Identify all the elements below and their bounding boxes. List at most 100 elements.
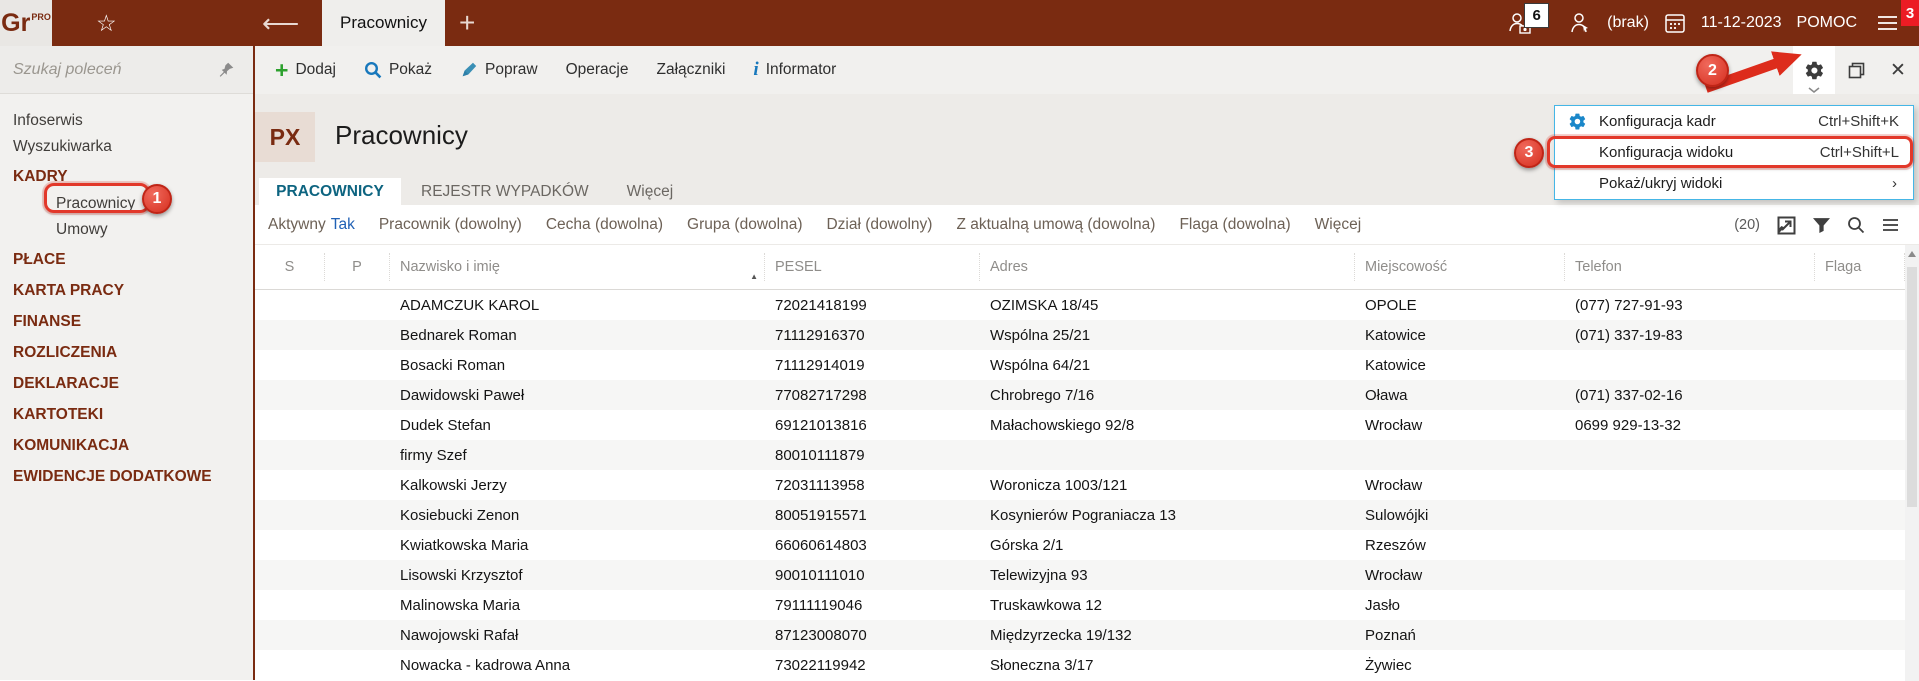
sidebar-item-kartoteki[interactable]: KARTOTEKI <box>0 401 253 429</box>
gear-icon <box>1569 113 1585 130</box>
payroll-user-button[interactable]: 6 <box>1507 0 1553 46</box>
filter-value: Tak <box>330 215 355 233</box>
sidebar-item-komunikacja[interactable]: KOMUNIKACJA <box>0 432 253 460</box>
tab-rejestr-wypadkow[interactable]: REJESTR WYPADKÓW <box>415 178 595 205</box>
export-icon[interactable] <box>1777 216 1796 235</box>
toolbar-button-informator[interactable]: i Informator <box>743 54 846 86</box>
restore-window-button[interactable] <box>1835 46 1877 94</box>
submenu-arrow-icon: › <box>1892 175 1897 192</box>
cell-nazwisko-i-imię: Kalkowski Jerzy <box>400 476 507 494</box>
table-row-bosacki-roman[interactable]: Bosacki Roman 71112914019 Wspólna 64/21 Kat… <box>255 350 1919 380</box>
toolbar-button-dodaj[interactable]: + Dodaj <box>265 56 346 84</box>
scroll-up-arrow-icon[interactable] <box>1908 251 1916 257</box>
annotation-box-konfiguracja-widoku <box>1547 136 1913 168</box>
table-row-malinowska-maria[interactable]: Malinowska Maria 79111119046 Truskawkowa 1… <box>255 590 1919 620</box>
cell-adres: Międzyrzecka 19/132 <box>990 626 1132 644</box>
column-header-p[interactable]: P <box>325 253 390 281</box>
current-date[interactable]: 11-12-2023 <box>1701 14 1782 32</box>
favorites-star-icon[interactable]: ☆ <box>96 0 117 46</box>
filter-aktywny[interactable]: Aktywny Tak <box>268 216 355 234</box>
cell-adres: Chrobrego 7/16 <box>990 386 1095 404</box>
sidebar-item-płace[interactable]: PŁACE <box>0 246 253 274</box>
sidebar-item-finanse[interactable]: FINANSE <box>0 308 253 336</box>
filter-dział-dowolny[interactable]: Dział (dowolny) <box>826 216 932 234</box>
filter-flaga-dowolna[interactable]: Flaga (dowolna) <box>1179 216 1290 234</box>
toolbar-label-dodaj: Dodaj <box>295 61 336 78</box>
table-header[interactable]: S P Nazwisko i imię ▲ PESEL Adres Miejscowość T… <box>255 245 1919 290</box>
toolbar-button-operacje[interactable]: Operacje <box>556 56 639 84</box>
toolbar-button-popraw[interactable]: Popraw <box>450 56 548 84</box>
column-header-flaga[interactable]: Flaga <box>1815 253 1905 281</box>
current-user-label[interactable]: (brak) <box>1607 14 1649 32</box>
back-arrow-icon[interactable]: ⟵ <box>262 0 299 46</box>
close-icon[interactable]: ✕ <box>1877 46 1919 94</box>
cell-adres: Telewizyjna 93 <box>990 566 1088 584</box>
column-header-pesel[interactable]: PESEL <box>765 253 980 281</box>
table-row-dudek-stefan[interactable]: Dudek Stefan 69121013816 Małachowskiego 92… <box>255 410 1919 440</box>
vertical-scrollbar[interactable] <box>1905 245 1919 681</box>
sidebar-item-rozliczenia[interactable]: ROZLICZENIA <box>0 339 253 367</box>
app-logo[interactable]: Gr PRO <box>0 0 52 46</box>
table-row-nowacka-kadrowa-anna[interactable]: Nowacka - kadrowa Anna 73022119942 Słonecz… <box>255 650 1919 680</box>
sidebar-item-ewidencje-dodatkowe[interactable]: EWIDENCJE DODATKOWE <box>0 463 253 491</box>
calendar-icon[interactable] <box>1664 12 1686 34</box>
table-row-firmy-szef[interactable]: firmy Szef 80010111879 <box>255 440 1919 470</box>
table-row-dawidowski-paweł[interactable]: Dawidowski Paweł 77082717298 Chrobrego 7/1… <box>255 380 1919 410</box>
cell-nazwisko-i-imię: Kwiatkowska Maria <box>400 536 529 554</box>
cell-nazwisko-i-imię: Nawojowski Rafał <box>400 626 519 644</box>
pin-icon[interactable] <box>218 61 235 78</box>
table-row-kosiebucki-zenon[interactable]: Kosiebucki Zenon 80051915571 Kosynierów Po… <box>255 500 1919 530</box>
cell-pesel: 77082717298 <box>775 386 867 404</box>
magnifier-icon <box>364 61 382 79</box>
notification-badge: 3 <box>1901 0 1919 26</box>
column-header-nazwisko-i-imię[interactable]: Nazwisko i imię ▲ <box>390 253 765 281</box>
column-header-telefon[interactable]: Telefon <box>1565 253 1815 281</box>
filter-pracownik-dowolny[interactable]: Pracownik (dowolny) <box>379 216 522 234</box>
sidebar-item-infoserwis[interactable]: Infoserwis <box>0 108 253 134</box>
help-button[interactable]: POMOC <box>1797 14 1857 32</box>
current-user-icon[interactable] <box>1568 11 1592 35</box>
sidebar-item-deklaracje[interactable]: DEKLARACJE <box>0 370 253 398</box>
tab-pracownicy[interactable]: PRACOWNICY <box>259 178 401 205</box>
list-options-icon[interactable] <box>1882 218 1899 232</box>
cell-pesel: 69121013816 <box>775 416 867 434</box>
employee-count-badge: 6 <box>1524 3 1550 28</box>
sidebar-item-karta-pracy[interactable]: KARTA PRACY <box>0 277 253 305</box>
cell-adres: Wspólna 64/21 <box>990 356 1091 374</box>
new-tab-button[interactable]: + <box>459 0 475 46</box>
menu-item-konfiguracja-kadr[interactable]: Konfiguracja kadr Ctrl+Shift+K <box>1555 106 1913 137</box>
table-row-nawojowski-rafał[interactable]: Nawojowski Rafał 87123008070 Międzyrzecka … <box>255 620 1919 650</box>
cell-telefon: (071) 337-19-83 <box>1575 326 1683 344</box>
toolbar-button-pokaż[interactable]: Pokaż <box>354 56 442 84</box>
main-menu-icon[interactable] <box>1878 16 1897 30</box>
toolbar-button-załączniki[interactable]: Załączniki <box>647 56 736 84</box>
command-search-input[interactable]: Szukaj poleceń <box>0 46 253 94</box>
table-row-lisowski-krzysztof[interactable]: Lisowski Krzysztof 90010111010 Telewizyjna… <box>255 560 1919 590</box>
annotation-box-pracownicy <box>44 183 150 213</box>
column-header-miejscowość[interactable]: Miejscowość <box>1355 253 1565 281</box>
cell-adres: OZIMSKA 18/45 <box>990 296 1099 314</box>
filter-grupa-dowolna[interactable]: Grupa (dowolna) <box>687 216 802 234</box>
column-header-s[interactable]: S <box>255 253 325 281</box>
toolbar-label-informator: Informator <box>765 61 837 78</box>
column-header-adres[interactable]: Adres <box>980 253 1355 281</box>
search-icon[interactable] <box>1847 216 1865 234</box>
filter-funnel-icon[interactable] <box>1813 217 1830 233</box>
table-row-adamczuk-karol[interactable]: ADAMCZUK KAROL 72021418199 OZIMSKA 18/45 OP… <box>255 290 1919 320</box>
sidebar-item-wyszukiwarka[interactable]: Wyszukiwarka <box>0 134 253 160</box>
menu-item-pokaż-ukryj-widoki[interactable]: Pokaż/ukryj widoki › <box>1555 168 1913 199</box>
table-row-bednarek-roman[interactable]: Bednarek Roman 71112916370 Wspólna 25/21 Ka… <box>255 320 1919 350</box>
filter-bar-items: Aktywny Tak Pracownik (dowolny) Cecha (dowo… <box>268 216 1361 234</box>
filter-z-aktualną-umową-dowolna[interactable]: Z aktualną umową (dowolna) <box>956 216 1155 234</box>
table-row-kalkowski-jerzy[interactable]: Kalkowski Jerzy 72031113958 Woronicza 1003… <box>255 470 1919 500</box>
scrollbar-thumb[interactable] <box>1907 267 1917 507</box>
toolbar-actions: + Dodaj Pokaż Popraw Operacje Załączniki i Info… <box>255 54 846 86</box>
table-row-kwiatkowska-maria[interactable]: Kwiatkowska Maria 66060614803 Górska 2/1 Rz… <box>255 530 1919 560</box>
filter-cecha-dowolna[interactable]: Cecha (dowolna) <box>546 216 663 234</box>
filter-więcej[interactable]: Więcej <box>1315 216 1362 234</box>
cell-pesel: 71112914019 <box>775 356 865 374</box>
window-tab-pracownicy[interactable]: Pracownicy <box>322 0 445 46</box>
tab-more[interactable]: Więcej <box>621 178 680 205</box>
cell-pesel: 80010111879 <box>775 446 865 464</box>
sidebar-item-umowy[interactable]: Umowy <box>0 217 253 243</box>
